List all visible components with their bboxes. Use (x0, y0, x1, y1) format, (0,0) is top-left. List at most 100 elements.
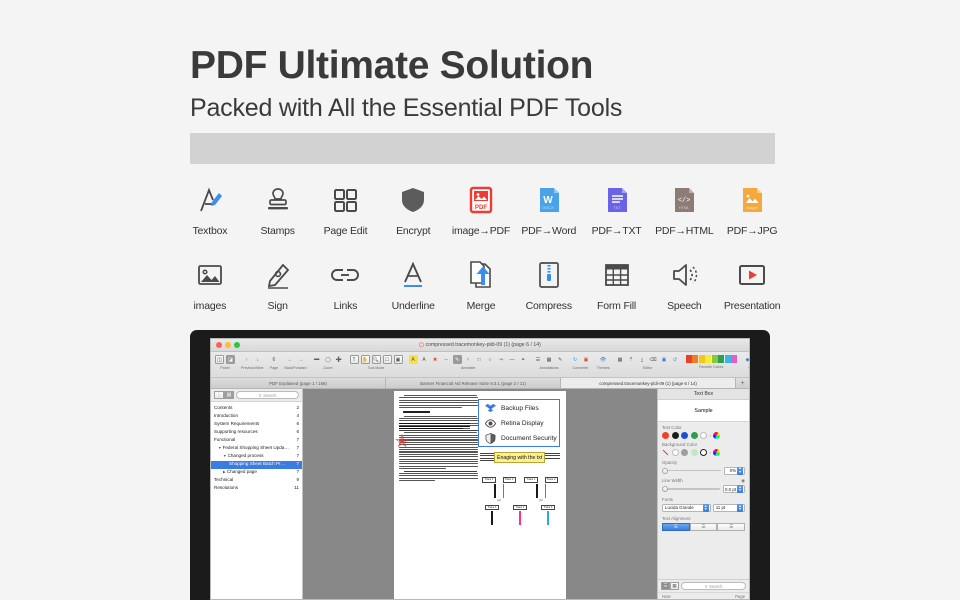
list-item[interactable]: Resolutions 11 (211, 485, 302, 493)
annotation-list-view-button[interactable]: ☰ (661, 582, 670, 590)
sidebar-search-input[interactable]: ⚲ Search (236, 391, 299, 399)
list-item[interactable]: Supporting resources 6 (211, 428, 302, 436)
line-width-slider-knob[interactable] (662, 486, 668, 492)
tool-image-to-pdf[interactable]: PDF image→PDF (447, 180, 515, 237)
line-width-stepper[interactable]: 0.0 pt ▲▼ (723, 485, 745, 493)
tool-page-edit[interactable]: Page Edit (312, 180, 380, 237)
list-item-selected[interactable]: Shopping Sheet Batch Pr… 7 (211, 461, 302, 469)
theme-eye-icon[interactable]: 👁 (599, 355, 608, 364)
editor-delete-icon[interactable]: ⌫ (649, 355, 658, 364)
chevron-right-icon[interactable]: ▶ (223, 470, 226, 475)
swatch-orange[interactable] (692, 355, 698, 363)
list-item[interactable]: Technical 9 (211, 477, 302, 485)
text-box-annotation[interactable]: Enaging with the txt (494, 452, 545, 463)
list-item[interactable]: ▶ Changed page 7 (211, 469, 302, 477)
annotation-grid-icon[interactable]: ▦ (545, 355, 554, 364)
crop-tool-icon[interactable]: ☐ (383, 355, 392, 364)
list-item[interactable]: Functional 7 (211, 436, 302, 444)
text-color-white[interactable] (700, 432, 707, 439)
zoom-in-icon[interactable]: ➕ (335, 355, 344, 364)
editor-rotate-icon[interactable]: ↺ (671, 355, 680, 364)
squiggly-icon[interactable]: ∼ (442, 355, 451, 364)
annotation-edit-icon[interactable]: ✎ (556, 355, 565, 364)
page-number-input[interactable]: 6 (269, 355, 278, 364)
tab-banner-financial-aid[interactable]: Banner Financial Aid Release Suite 9.3.1… (386, 378, 561, 388)
chevron-down-icon[interactable]: ▲▼ (737, 504, 743, 512)
list-item[interactable]: ▼ Federal Shopping Sheet Upda… 7 (211, 444, 302, 452)
line-width-reset-icon[interactable]: ◉ (741, 478, 745, 484)
line-width-slider[interactable] (662, 488, 720, 489)
tool-compress[interactable]: Compress (515, 255, 583, 312)
strikeout-icon[interactable]: ✖ (431, 355, 440, 364)
align-center-button[interactable]: ☰ (690, 523, 718, 532)
editor-grid-icon[interactable]: ▦ (616, 355, 625, 364)
show-left-panel-button[interactable]: ◫ (215, 355, 224, 364)
align-right-button[interactable]: ☰ (717, 523, 745, 532)
chevron-down-icon[interactable]: ▼ (223, 454, 227, 459)
note-icon[interactable]: ♮ (464, 355, 473, 364)
tool-pdf-to-jpg[interactable]: Images PDF→JPG (718, 180, 786, 237)
chevron-down-icon[interactable]: ▼ (218, 446, 222, 451)
annotation-page-view-button[interactable]: ▦ (670, 582, 679, 590)
bg-color-mint[interactable] (691, 449, 698, 456)
forward-icon[interactable]: → (296, 355, 305, 364)
underline-annot-icon[interactable]: A (420, 355, 429, 364)
textbox-annot-icon[interactable]: ✎ (453, 355, 462, 364)
bg-color-selected[interactable] (700, 449, 707, 456)
show-right-panel-button[interactable]: ◪ (226, 355, 235, 364)
swatch-green[interactable] (718, 355, 724, 363)
annotation-search-input[interactable]: ⚲ Search (681, 582, 746, 590)
tool-images[interactable]: images (176, 255, 244, 312)
star-annotation-icon[interactable]: ✭ (395, 433, 412, 450)
zoom-out-icon[interactable]: ➖ (313, 355, 322, 364)
tab-tracemonkey[interactable]: compressed.tracemonkey-pldi-09 (1) (page… (561, 378, 736, 388)
dropbox-share-icon[interactable]: ◆ (743, 355, 750, 364)
bg-color-grey[interactable] (681, 449, 688, 456)
new-tab-button[interactable]: + (736, 378, 749, 388)
tool-links[interactable]: Links (312, 255, 380, 312)
text-color-red[interactable] (662, 432, 669, 439)
text-color-wheel[interactable] (713, 432, 720, 439)
document-canvas[interactable]: ✭ (303, 389, 657, 600)
tool-pdf-to-html[interactable]: </> HTML PDF→HTML (650, 180, 718, 237)
swatch-red[interactable] (686, 355, 692, 363)
link-annot-icon[interactable]: ⚭ (519, 355, 528, 364)
editor-insert-icon[interactable]: ⤒ (627, 355, 636, 364)
zoom-fit-icon[interactable]: ◯ (324, 355, 333, 364)
stepper-arrows-icon[interactable]: ▲▼ (737, 467, 743, 475)
text-color-black-selected[interactable] (672, 432, 679, 439)
swatch-amber[interactable] (699, 355, 705, 363)
outline-mode-button[interactable]: ▤ (224, 391, 234, 399)
annotation-view-toggle[interactable]: ☰ ▦ (661, 582, 679, 590)
tab-pdf-explained[interactable]: PDF Explained (page 1 / 168) (211, 378, 386, 388)
hand-tool-icon[interactable]: ✋ (361, 355, 370, 364)
list-item[interactable]: Contents 2 (211, 404, 302, 412)
swatch-yellow[interactable] (705, 355, 711, 363)
text-color-green[interactable] (691, 432, 698, 439)
swatch-blue[interactable] (725, 355, 731, 363)
snapshot-tool-icon[interactable]: ▣ (394, 355, 403, 364)
bg-color-white[interactable] (672, 449, 679, 456)
tool-underline[interactable]: Underline (379, 255, 447, 312)
ellipse-icon[interactable]: ○ (486, 355, 495, 364)
previous-page-icon[interactable]: ↑ (242, 355, 251, 364)
chevron-down-icon[interactable]: ▲▼ (703, 504, 709, 512)
tool-pdf-to-txt[interactable]: TXT PDF→TXT (583, 180, 651, 237)
list-item[interactable]: System Requirements 6 (211, 420, 302, 428)
text-select-icon[interactable]: T (350, 355, 359, 364)
text-color-blue[interactable] (681, 432, 688, 439)
back-icon[interactable]: ← (285, 355, 294, 364)
tool-encrypt[interactable]: Encrypt (379, 180, 447, 237)
annotation-list-icon[interactable]: ☰ (534, 355, 543, 364)
thumbnails-mode-button[interactable]: ⋮ (214, 391, 224, 399)
editor-extract-icon[interactable]: ⤓ (638, 355, 647, 364)
tool-form-fill[interactable]: Form Fill (583, 255, 651, 312)
line-icon[interactable]: — (508, 355, 517, 364)
next-page-icon[interactable]: ↓ (253, 355, 262, 364)
convert-pdf-icon[interactable]: ▣ (582, 355, 591, 364)
bg-color-wheel[interactable] (713, 449, 720, 456)
rectangle-icon[interactable]: □ (475, 355, 484, 364)
sidebar-mode-toggle[interactable]: ⋮ ▤ (214, 391, 234, 399)
alignment-segmented-control[interactable]: ☰ ☰ ☰ (662, 523, 745, 532)
swatch-lime[interactable] (712, 355, 718, 363)
